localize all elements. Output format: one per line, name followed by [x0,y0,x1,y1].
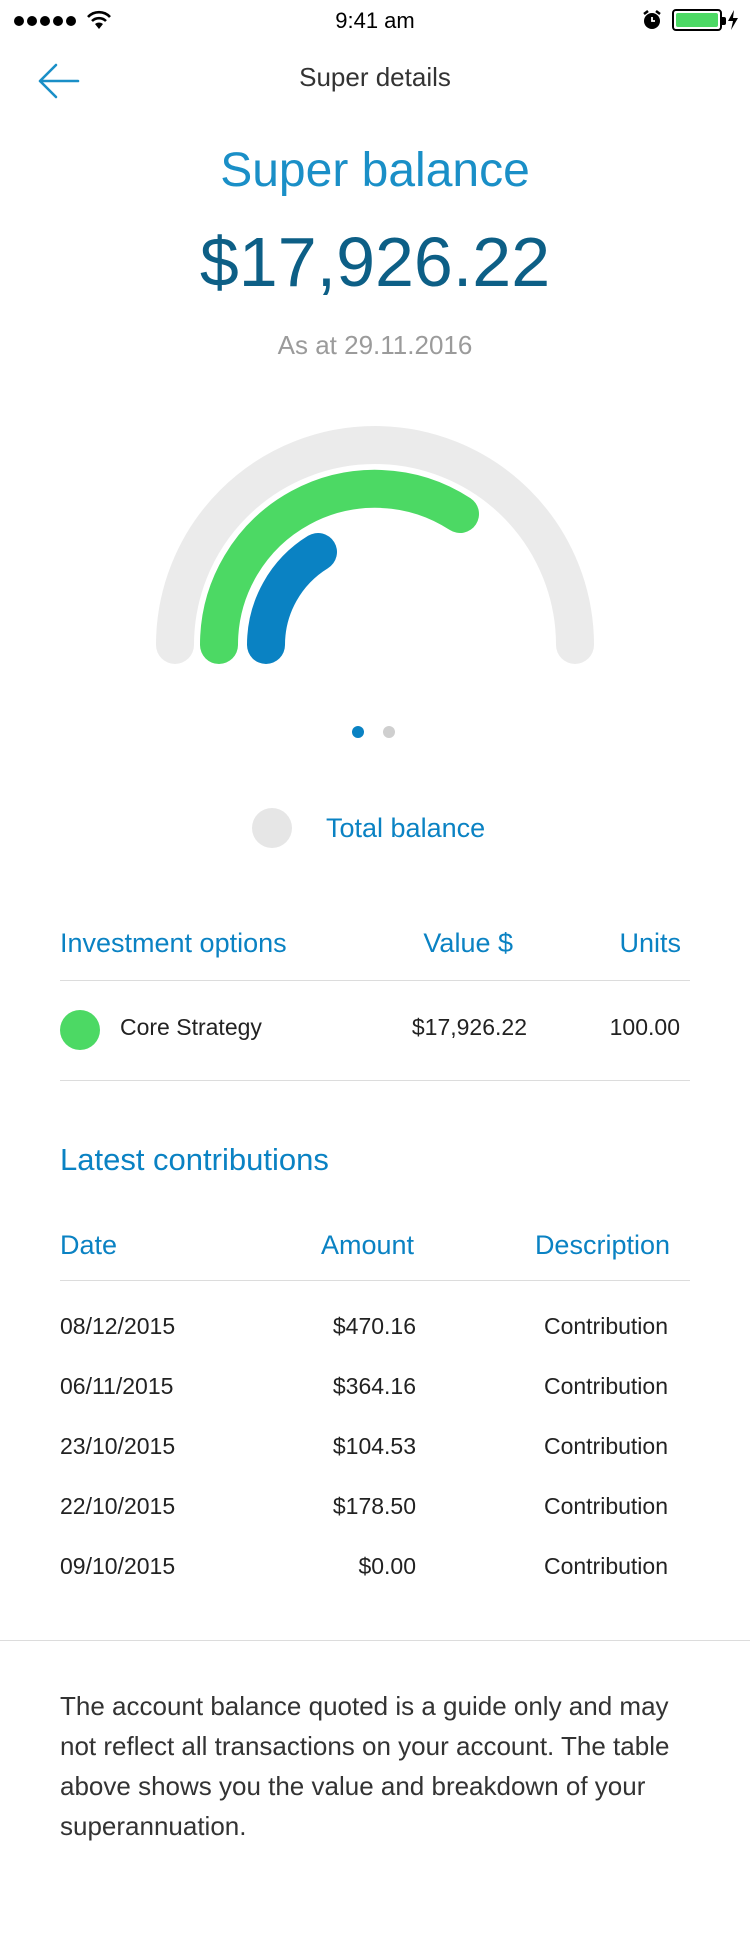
disclaimer-text: The account balance quoted is a guide on… [60,1691,670,1841]
contribution-description: Contribution [543,1493,668,1519]
divider [60,1080,690,1081]
status-bar: 9:41 am [0,0,750,40]
contribution-amount: $0.00 [358,1553,416,1579]
contribution-description: Contribution [543,1433,668,1459]
column-header-amount: Amount [320,1230,414,1260]
column-header-units: Units [619,928,681,958]
divider [60,980,690,981]
contribution-date: 06/11/2015 [60,1373,174,1399]
balance-amount: $17,926.22 [199,223,551,301]
gauge-arc-contributions [246,533,337,664]
contribution-amount: $178.50 [332,1493,416,1519]
investment-value: $17,926.22 [411,1014,527,1040]
investment-name: Core Strategy [120,1014,262,1040]
column-header-date: Date [60,1230,118,1260]
pager-dot-2[interactable] [383,726,395,738]
chart-pager[interactable] [352,726,395,738]
investment-color-dot [60,1010,100,1050]
contribution-date: 09/10/2015 [60,1553,176,1579]
column-header-value: Value $ [423,928,513,958]
contribution-amount: $364.16 [332,1373,416,1399]
balance-heading: Super balance [220,144,530,197]
contribution-description: Contribution [543,1553,668,1579]
column-header-investment-options: Investment options [60,928,287,958]
divider [60,1280,690,1281]
page-title: Super details [299,62,451,92]
balance-gauge-chart[interactable] [0,400,750,680]
status-time: 9:41 am [335,8,415,33]
battery-icon [672,9,726,31]
contribution-description: Contribution [543,1373,668,1399]
charging-icon [728,10,738,30]
contribution-amount: $104.53 [332,1433,416,1459]
column-header-description: Description [534,1230,670,1260]
contribution-date: 23/10/2015 [60,1433,176,1459]
contribution-amount: $470.16 [332,1313,416,1339]
as-at-date: As at 29.11.2016 [277,330,473,360]
contribution-date: 08/12/2015 [60,1313,176,1339]
section-title-latest-contributions: Latest contributions [60,1142,329,1177]
legend-swatch [252,808,292,848]
divider [0,1640,750,1641]
alarm-clock-icon [643,10,661,29]
pager-dot-1[interactable] [352,726,364,738]
super-details-screen: 9:41 am Super details Super balance $17,… [0,0,750,1960]
contribution-description: Contribution [543,1313,668,1339]
investment-units: 100.00 [609,1014,680,1040]
legend-label: Total balance [326,812,486,843]
chart-legend[interactable]: Total balance [252,808,485,848]
contribution-date: 22/10/2015 [60,1493,176,1519]
